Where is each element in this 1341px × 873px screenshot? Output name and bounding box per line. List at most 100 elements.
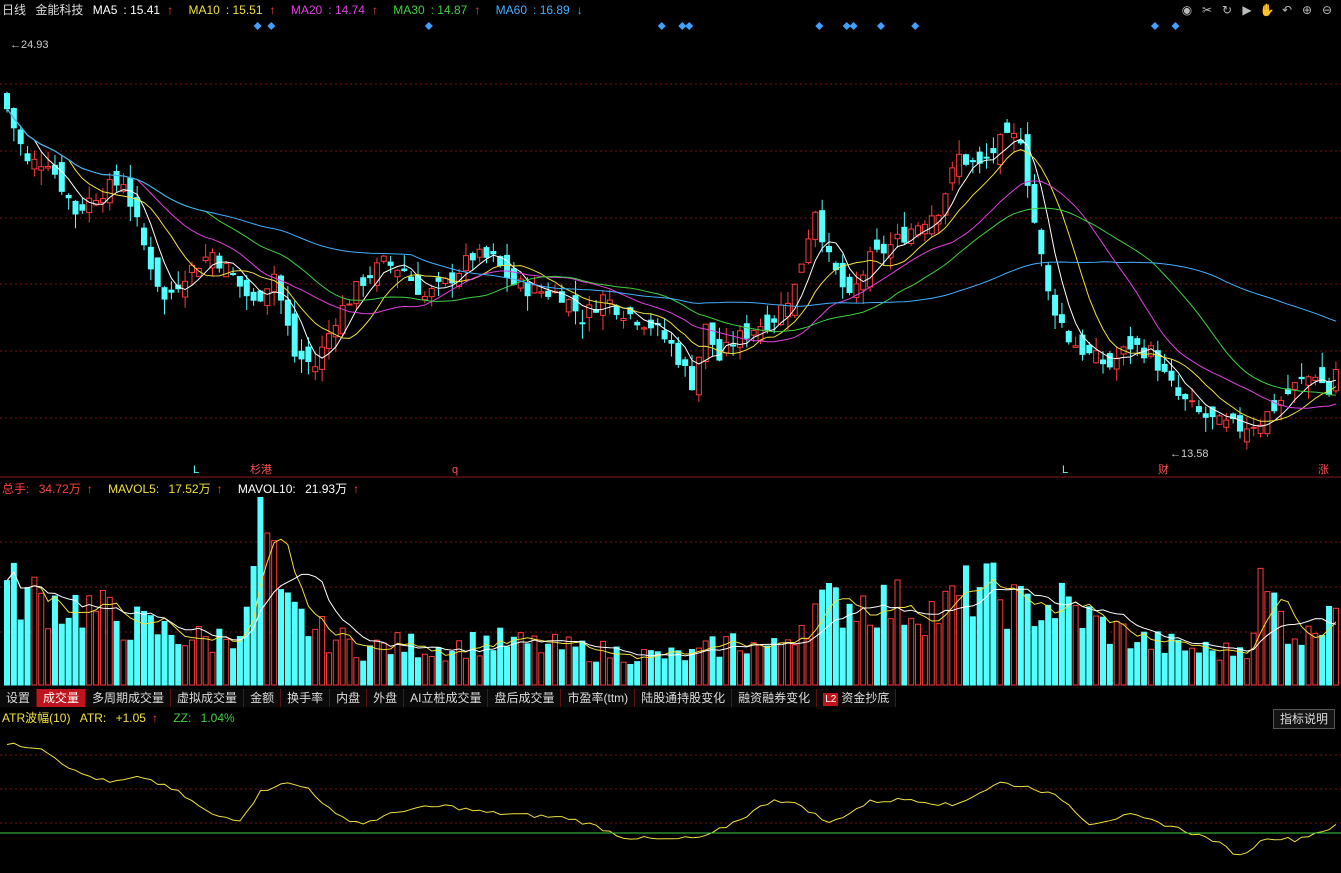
candle-body — [1195, 406, 1202, 413]
candle-body — [1058, 314, 1065, 323]
candle-body — [805, 238, 812, 264]
candle-body — [1010, 132, 1017, 139]
candle-body — [524, 282, 531, 297]
tab-pe-ttm[interactable]: 市盈率(ttm) — [561, 689, 636, 707]
event-diamond-icon — [657, 22, 666, 30]
candle-body — [504, 254, 511, 279]
volume-bar — [353, 657, 360, 686]
candle-body — [4, 93, 10, 110]
volume-bar — [921, 635, 928, 686]
volume-bar — [65, 617, 72, 686]
tab-inner-volume[interactable]: 内盘 — [330, 689, 368, 707]
volume-bar — [887, 618, 894, 686]
volume-bar — [408, 633, 415, 686]
volume-bar — [1284, 643, 1291, 686]
tab-multi-period-volume[interactable]: 多周期成交量 — [86, 689, 172, 707]
tab-fund-bottom-fishing[interactable]: L2 资金抄底 — [817, 689, 897, 707]
candle-body — [949, 167, 956, 184]
candle-body — [620, 317, 627, 321]
mavol10-arrow: ↑ — [353, 482, 360, 496]
volume-bar — [4, 580, 10, 686]
tab-turnover-rate[interactable]: 换手率 — [281, 689, 331, 707]
volume-bar — [394, 632, 401, 686]
volume-bar — [1127, 648, 1134, 686]
volume-bar — [497, 627, 504, 686]
volume-bar — [894, 579, 901, 686]
volume-bar — [72, 594, 79, 686]
event-diamond-icon — [842, 22, 851, 30]
volume-bar — [120, 639, 127, 686]
replay-icon[interactable]: ↻ — [1219, 3, 1235, 17]
volume-bar — [1010, 584, 1017, 686]
tab-amount[interactable]: 金额 — [244, 689, 282, 707]
volume-bar — [161, 621, 168, 686]
undo-icon[interactable]: ↶ — [1279, 3, 1295, 17]
tab-volume[interactable]: 成交量 — [37, 689, 87, 707]
eye-icon[interactable]: ◉ — [1179, 3, 1195, 17]
tab-hk-connect-holdings[interactable]: 陆股通持股变化 — [635, 689, 733, 707]
candle-body — [476, 248, 483, 258]
tab-ai-volume[interactable]: AI立桩成交量 — [404, 689, 489, 707]
volume-bar — [606, 657, 613, 686]
atr-value: ATR: +1.05 ↑ — [80, 711, 164, 725]
candle-body — [586, 304, 593, 318]
candle-body — [743, 323, 750, 339]
volume-bar — [278, 589, 284, 686]
volume-bar — [558, 649, 565, 686]
candle-body — [873, 239, 880, 250]
event-diamond-icon — [685, 22, 694, 30]
zoom-in-icon[interactable]: ⊕ — [1299, 3, 1315, 17]
volume-bar — [826, 583, 832, 686]
atr-legend: ATR波幅(10) ATR: +1.05 ↑ ZZ: 1.04% — [2, 710, 247, 726]
candle-body — [716, 339, 723, 361]
play-icon[interactable]: ▶ — [1239, 3, 1255, 17]
indicator-help-button[interactable]: 指标说明 — [1272, 709, 1335, 729]
event-marker: 财 — [1158, 462, 1169, 476]
tab-after-hours-volume[interactable]: 盘后成交量 — [488, 689, 562, 707]
tab-margin-trading[interactable]: 融资融券变化 — [732, 689, 818, 707]
high-price-label: ←24.93 — [10, 39, 49, 51]
candle-body — [510, 268, 517, 285]
candle-body — [928, 215, 935, 235]
mavol5: MAVOL5: 17.52万 ↑ — [108, 482, 229, 496]
tab-virtual-volume[interactable]: 虚拟成交量 — [171, 689, 245, 707]
hand-icon[interactable]: ✋ — [1259, 3, 1275, 17]
candle-body — [956, 153, 963, 177]
volume-bar — [51, 595, 58, 686]
candle-body — [675, 342, 682, 365]
event-diamond-icon — [876, 22, 885, 30]
candle-body — [86, 197, 93, 214]
mavol10-label: MAVOL10: — [237, 482, 296, 496]
candle-body — [682, 359, 689, 366]
zoom-out-icon[interactable]: ⊖ — [1319, 3, 1335, 17]
candle-body — [401, 268, 408, 271]
volume-legend: 总手: 34.72万 ↑ MAVOL5: 17.52万 ↑ MAVOL10: 21.… — [2, 481, 371, 497]
candle-body — [990, 148, 997, 154]
candle-body — [579, 322, 586, 325]
volume-bar — [668, 647, 675, 686]
ma20-label: MA20 — [290, 3, 323, 17]
candle-body — [250, 291, 257, 301]
volume-bar — [778, 642, 785, 686]
candle-body — [1237, 415, 1243, 432]
volume-bar — [1291, 638, 1298, 686]
candle-body — [421, 296, 428, 301]
candlestick-chart[interactable]: ←24.93 ←13.58 L 杉港 q L 财 涨 — [0, 18, 1341, 478]
volume-bar — [791, 644, 798, 686]
candle-body — [538, 291, 545, 294]
total-volume-arrow: ↑ — [86, 482, 93, 496]
period-label[interactable]: 日线 — [2, 3, 26, 17]
candle-body — [346, 303, 353, 306]
candle-body — [1038, 229, 1045, 255]
volume-bar — [586, 661, 593, 686]
candle-body — [750, 330, 757, 336]
candle-body — [236, 275, 243, 287]
candle-body — [1106, 353, 1113, 368]
volume-bar — [517, 632, 524, 686]
tab-outer-volume[interactable]: 外盘 — [367, 689, 405, 707]
candle-body — [65, 194, 72, 199]
volume-bar — [1312, 632, 1319, 686]
tab-settings[interactable]: 设置 — [0, 689, 38, 707]
volume-chart[interactable] — [0, 497, 1341, 687]
scissors-icon[interactable]: ✂ — [1199, 3, 1215, 17]
